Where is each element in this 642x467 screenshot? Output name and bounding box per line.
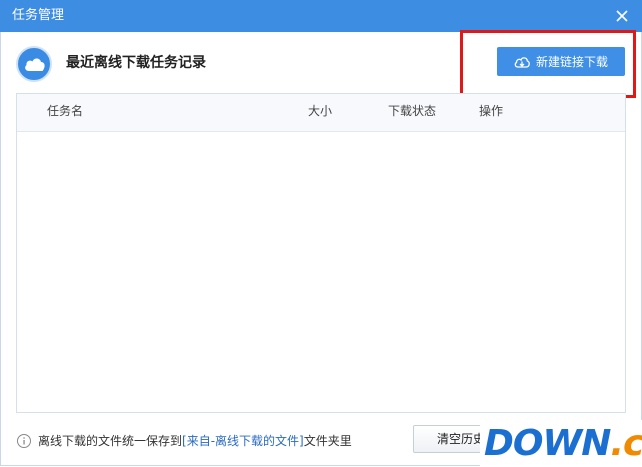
- footer-info-text: 离线下载的文件统一保存到[来自-离线下载的文件]文件夹里: [38, 432, 352, 449]
- offline-folder-link[interactable]: [来自-离线下载的文件]: [182, 434, 304, 448]
- column-status: 下载状态: [388, 104, 437, 118]
- table-header: 任务名 大小 下载状态 操作: [17, 94, 625, 132]
- watermark-logo: DOWN.cc: [480, 420, 642, 467]
- info-prefix: 离线下载的文件统一保存到: [38, 434, 183, 448]
- info-suffix: 文件夹里: [303, 434, 352, 448]
- column-task-name: 任务名: [47, 104, 84, 118]
- page-title: 最近离线下载任务记录: [66, 55, 206, 71]
- title-bar: 任务管理: [0, 0, 642, 32]
- info-icon: [16, 433, 32, 449]
- column-actions: 操作: [479, 104, 504, 118]
- task-table: 任务名 大小 下载状态 操作: [16, 93, 626, 413]
- cloud-icon: [16, 46, 52, 82]
- window-title: 任务管理: [12, 8, 65, 23]
- red-highlight-box: [460, 30, 636, 98]
- watermark-text: DOWN.cc: [484, 423, 642, 464]
- close-icon[interactable]: [612, 6, 632, 26]
- column-size: 大小: [308, 104, 333, 118]
